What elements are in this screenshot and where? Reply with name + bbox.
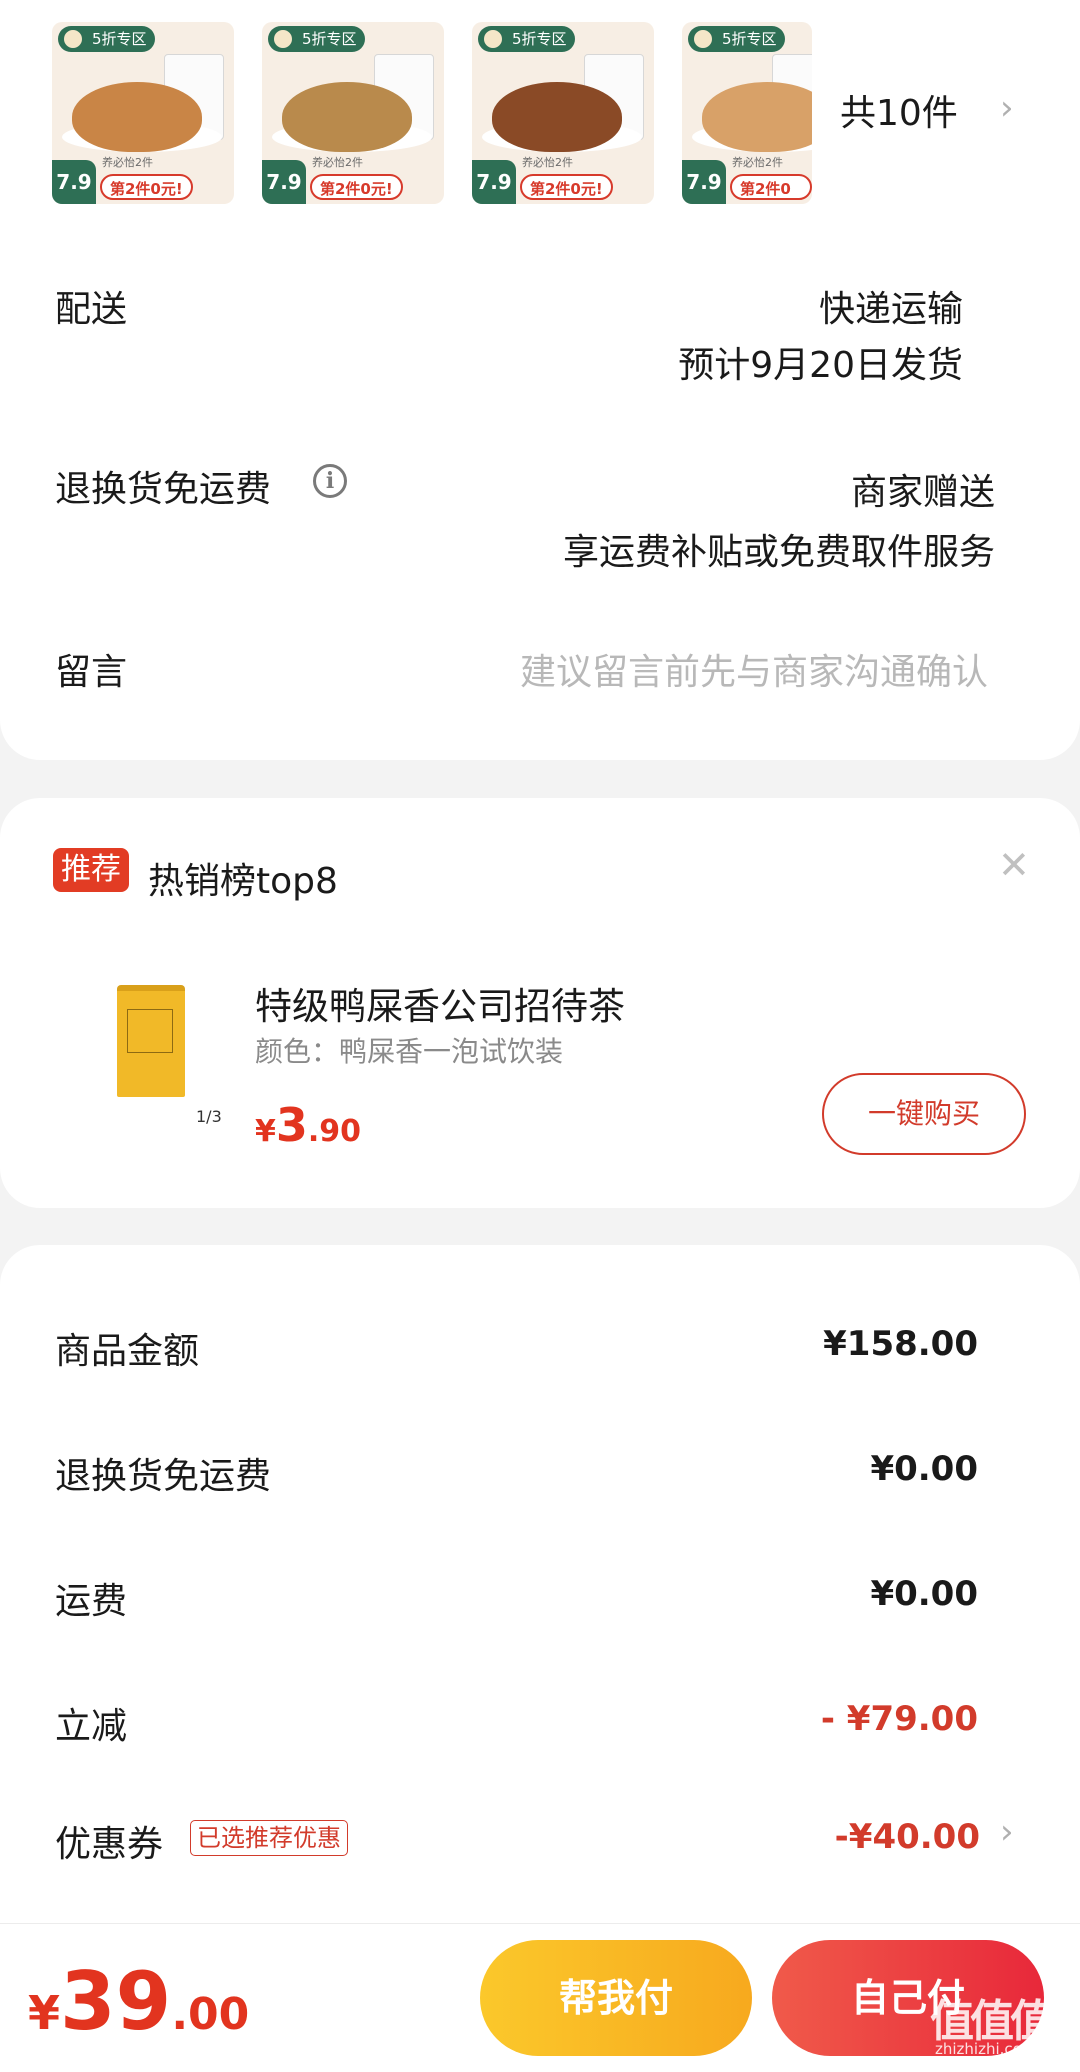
shipping-label: 运费: [55, 1581, 128, 1622]
delivery-method: 快递运输: [818, 289, 963, 330]
chevron-right-icon[interactable]: ›: [1000, 88, 1014, 128]
thumbnail-promo: 第2件0元!: [520, 174, 613, 200]
thumbnail-price: 7.9: [262, 160, 306, 204]
product-thumbnail[interactable]: 5折专区 养必怡2件 7.9 第2件0元!: [52, 22, 234, 204]
product-thumbnail[interactable]: 5折专区 养必怡2件 7.9 第2件0元!: [262, 22, 444, 204]
total-price-decimal: .00: [171, 1989, 250, 2040]
note-input[interactable]: 建议留言前先与商家沟通确认: [520, 643, 988, 695]
total-price-integer: 39: [60, 1955, 172, 2048]
coupon-tag: 已选推荐优惠: [190, 1820, 348, 1856]
product-price: ¥3.90: [255, 1098, 361, 1152]
return-shipping-label: 退换货免运费: [55, 469, 272, 510]
coupon-label: 优惠券: [55, 1824, 164, 1865]
tea-label-graphic: [127, 1009, 173, 1053]
product-thumbnail[interactable]: 5折专区 养必怡2件 7.9 第2件0元!: [472, 22, 654, 204]
zone-tag: 5折专区: [688, 26, 785, 52]
return-shipping-desc: 享运费补贴或免费取件服务: [562, 532, 995, 573]
return-shipping-value: 商家赠送: [850, 472, 995, 513]
almond-image: [72, 82, 202, 152]
zone-tag-label: 5折专区: [722, 30, 777, 48]
zone-tag: 5折专区: [58, 26, 155, 52]
info-icon[interactable]: i: [313, 464, 347, 498]
delivery-estimate: 预计9月20日发货: [678, 345, 963, 386]
goods-amount-label: 商品金额: [55, 1331, 200, 1372]
shipping-value: ¥0.00: [870, 1574, 978, 1614]
product-sku: 颜色：鸭屎香一泡试饮装: [255, 1035, 564, 1068]
image-index: 1/3: [196, 1107, 222, 1126]
help-pay-button[interactable]: 帮我付: [480, 1940, 752, 2056]
discount-label: 立减: [55, 1706, 128, 1747]
brand-logo-icon: [692, 28, 714, 50]
product-thumbnail[interactable]: 5折专区 养必怡2件 7.9 第2件0元!: [682, 22, 812, 204]
brand-logo-icon: [62, 28, 84, 50]
return-free-label: 退换货免运费: [55, 1456, 272, 1497]
chevron-right-icon[interactable]: ›: [1000, 1812, 1014, 1852]
close-icon[interactable]: ✕: [998, 843, 1030, 887]
thumbnail-promo: 第2件0元!: [310, 174, 403, 200]
brand-logo-icon: [272, 28, 294, 50]
brand-logo-icon: [482, 28, 504, 50]
thumbnail-promo: 第2件0元!: [100, 174, 193, 200]
zone-tag: 5折专区: [478, 26, 575, 52]
total-price: ¥39.00: [28, 1955, 249, 2048]
thumbnail-subtext: 养必怡2件: [312, 156, 363, 169]
thumbnail-subtext: 养必怡2件: [522, 156, 573, 169]
recommend-badge: 推荐: [53, 848, 129, 892]
zone-tag-label: 5折专区: [302, 30, 357, 48]
cashew-image: [702, 82, 812, 152]
watermark-url: zhizhizhi.com: [935, 2040, 1037, 2058]
price-decimal: .90: [307, 1114, 362, 1149]
discount-value: - ¥79.00: [820, 1699, 978, 1739]
tea-product-image[interactable]: [117, 985, 185, 1097]
thumbnail-subtext: 养必怡2件: [102, 156, 153, 169]
thumbnail-subtext: 养必怡2件: [732, 156, 783, 169]
thumbnail-price: 7.9: [682, 160, 726, 204]
thumbnail-promo: 第2件0元!: [730, 174, 812, 200]
price-symbol: ¥: [255, 1114, 276, 1149]
zone-tag: 5折专区: [268, 26, 365, 52]
product-name[interactable]: 特级鸭屎香公司招待茶: [255, 976, 625, 1030]
item-count[interactable]: 共10件: [840, 86, 958, 142]
recommend-title: 热销榜top8: [148, 861, 338, 902]
price-integer: 3: [275, 1098, 308, 1152]
return-free-value: ¥0.00: [870, 1449, 978, 1489]
goods-amount-value: ¥158.00: [823, 1324, 978, 1364]
thumbnail-price: 7.9: [472, 160, 516, 204]
total-price-symbol: ¥: [28, 1986, 61, 2040]
zone-tag-label: 5折专区: [92, 30, 147, 48]
coupon-value[interactable]: -¥40.00: [835, 1817, 980, 1857]
one-click-buy-button[interactable]: 一键购买: [822, 1073, 1026, 1155]
note-label: 留言: [55, 652, 128, 693]
delivery-label: 配送: [55, 289, 128, 330]
zone-tag-label: 5折专区: [512, 30, 567, 48]
walnut-image: [282, 82, 412, 152]
thumbnail-price: 7.9: [52, 160, 96, 204]
macadamia-image: [492, 82, 622, 152]
product-thumbnails[interactable]: 5折专区 养必怡2件 7.9 第2件0元! 5折专区 养必怡2件 7.9 第2件…: [52, 22, 812, 204]
